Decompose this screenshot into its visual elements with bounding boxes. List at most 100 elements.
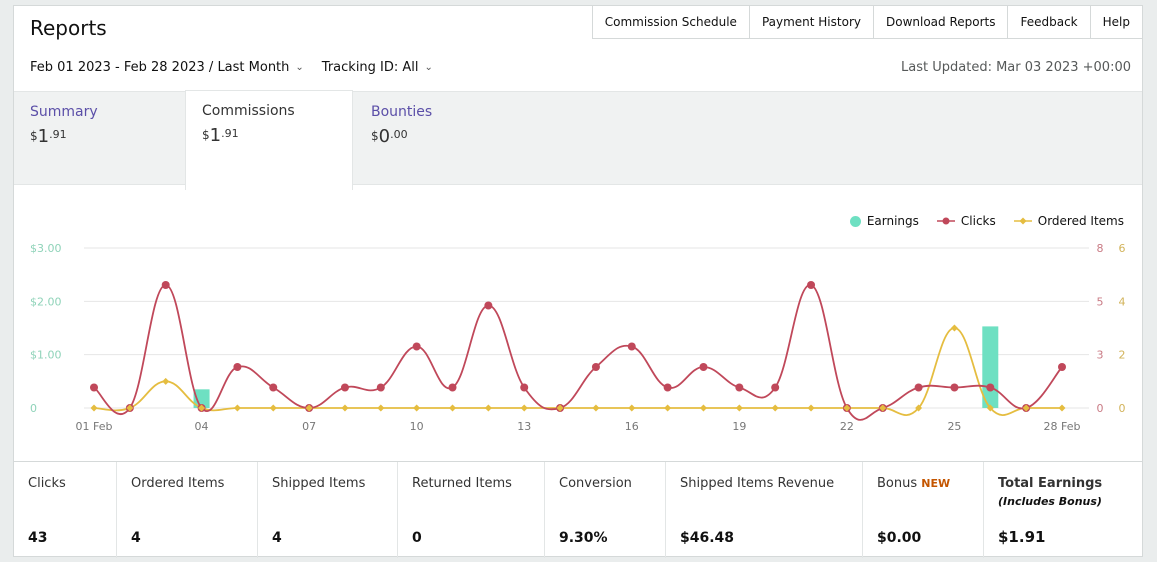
- stat-total-earnings: Total Earnings (Includes Bonus) $1.91: [984, 462, 1142, 558]
- x-tick-label: 10: [410, 420, 424, 433]
- clicks-point: [448, 383, 457, 392]
- tracking-id-dropdown[interactable]: Tracking ID: All ⌄: [322, 60, 451, 75]
- x-tick-label: 16: [625, 420, 639, 433]
- tab-summary-label: Summary: [30, 104, 98, 120]
- page-title: Reports: [30, 16, 107, 40]
- stat-label: Ordered Items: [131, 476, 225, 491]
- y-left-tick-label: $3.00: [30, 242, 62, 255]
- legend-clicks[interactable]: Clicks: [936, 214, 996, 228]
- y-right-tick-label: 2: [1119, 349, 1126, 362]
- commissions-chart: $3.00 8 6 $2.00 5 4 $1.00 3 2 0 0 0 01 Feb 04 07 10 13 16…: [30, 242, 1126, 433]
- y-right-tick-label: 6: [1119, 242, 1126, 255]
- chart-legend: Earnings Clicks Ordered Items: [832, 214, 1124, 228]
- stat-label: Conversion: [559, 476, 632, 491]
- ordered-items-point: [162, 377, 170, 385]
- stat-label: Clicks: [28, 476, 66, 491]
- clicks-point: [161, 281, 170, 289]
- y-mid-tick-label: 0: [1097, 402, 1104, 415]
- clicks-point: [591, 363, 600, 371]
- stat-value: $46.48: [680, 530, 735, 546]
- y-mid-tick-label: 8: [1097, 242, 1104, 255]
- legend-clicks-label: Clicks: [960, 214, 996, 228]
- clicks-point: [950, 383, 959, 392]
- earnings-swatch-icon: [849, 215, 861, 227]
- y-left-tick-label: 0: [30, 402, 37, 415]
- tab-commissions-label: Commissions: [202, 103, 295, 119]
- last-updated: Last Updated: Mar 03 2023 +00:00: [901, 60, 1131, 75]
- legend-ordered-label: Ordered Items: [1037, 214, 1124, 228]
- clicks-point: [1058, 363, 1066, 371]
- earnings-bar: [982, 326, 999, 408]
- clicks-point: [699, 363, 708, 371]
- ordered-items-point: [950, 324, 958, 332]
- ordered-items-point: [664, 404, 672, 412]
- ordered-items-point: [413, 404, 421, 412]
- ordered-items-point: [807, 404, 815, 412]
- y-right-tick-label: 4: [1119, 295, 1126, 308]
- stat-bonus: Bonus NEW $0.00: [863, 462, 984, 558]
- ordered-swatch-icon: [1013, 217, 1032, 225]
- y-right-tick-label: 0: [1119, 402, 1126, 415]
- stat-label: Shipped Items: [272, 476, 366, 491]
- period-text: Last Month: [217, 60, 290, 75]
- tab-commissions[interactable]: Commissions $1.91: [185, 90, 353, 190]
- stat-value: $0.00: [877, 530, 922, 546]
- clicks-line: [93, 284, 1063, 421]
- y-left-tick-label: $1.00: [30, 349, 62, 362]
- clicks-swatch-icon: [936, 217, 955, 225]
- stat-shipped-revenue: Shipped Items Revenue $46.48: [666, 462, 863, 558]
- clicks-point: [340, 383, 349, 392]
- feedback-link[interactable]: Feedback: [1007, 5, 1091, 39]
- help-link[interactable]: Help: [1089, 5, 1143, 39]
- reports-panel: Reports Commission Schedule Payment Hist…: [13, 5, 1143, 558]
- clicks-point: [233, 363, 242, 371]
- tab-bounties[interactable]: Bounties $0.00: [355, 92, 527, 186]
- x-tick-label: 28 Feb: [1044, 420, 1081, 433]
- tab-commissions-amount: $1.91: [202, 125, 239, 146]
- date-range-text: Feb 01 2023 - Feb 28 2023: [30, 60, 205, 75]
- chevron-down-icon: ⌄: [424, 62, 433, 73]
- legend-earnings-label: Earnings: [866, 214, 919, 228]
- stat-value: 43: [28, 530, 48, 546]
- stat-label: Returned Items: [412, 476, 512, 491]
- ordered-items-point: [484, 404, 492, 412]
- stat-conversion: Conversion 9.30%: [545, 462, 666, 558]
- stat-value: 9.30%: [559, 530, 608, 546]
- commission-schedule-link[interactable]: Commission Schedule: [591, 5, 750, 39]
- ordered-items-line: [93, 327, 1062, 416]
- clicks-point: [269, 383, 278, 392]
- y-mid-tick-label: 3: [1097, 349, 1104, 362]
- stats-bar: Clicks 43 Ordered Items 4 Shipped Items …: [14, 461, 1142, 558]
- payment-history-link[interactable]: Payment History: [748, 5, 874, 39]
- legend-earnings[interactable]: Earnings: [849, 214, 919, 228]
- x-tick-label: 04: [195, 420, 209, 433]
- ordered-items-point: [341, 404, 349, 412]
- ordered-items-point: [449, 404, 457, 412]
- stat-label: Shipped Items Revenue: [680, 476, 835, 491]
- clicks-point: [663, 383, 672, 392]
- y-mid-tick-label: 5: [1097, 295, 1104, 308]
- stat-sublabel: (Includes Bonus): [998, 495, 1102, 508]
- stat-shipped-items: Shipped Items 4: [258, 462, 398, 558]
- x-tick-label: 22: [840, 420, 854, 433]
- x-tick-label: 13: [517, 420, 531, 433]
- ordered-items-point: [377, 404, 385, 412]
- chevron-down-icon: ⌄: [295, 62, 304, 73]
- ordered-items-point: [269, 404, 277, 412]
- ordered-items-point: [699, 404, 707, 412]
- date-range-dropdown[interactable]: Feb 01 2023 - Feb 28 2023 / Last Month ⌄: [30, 60, 322, 75]
- clicks-point: [807, 281, 816, 289]
- date-separator: /: [204, 60, 218, 75]
- stat-value: 4: [131, 530, 141, 546]
- stat-value: 4: [272, 530, 282, 546]
- new-badge: NEW: [921, 477, 951, 490]
- x-tick-label: 19: [732, 420, 746, 433]
- clicks-point: [376, 383, 385, 392]
- x-tick-label: 01 Feb: [76, 420, 113, 433]
- legend-ordered-items[interactable]: Ordered Items: [1013, 214, 1124, 228]
- tracking-id-text: Tracking ID: All: [321, 60, 419, 75]
- clicks-point: [484, 301, 493, 310]
- tab-summary[interactable]: Summary $1.91: [14, 92, 186, 186]
- download-reports-link[interactable]: Download Reports: [872, 5, 1009, 39]
- stat-value: $1.91: [998, 528, 1046, 546]
